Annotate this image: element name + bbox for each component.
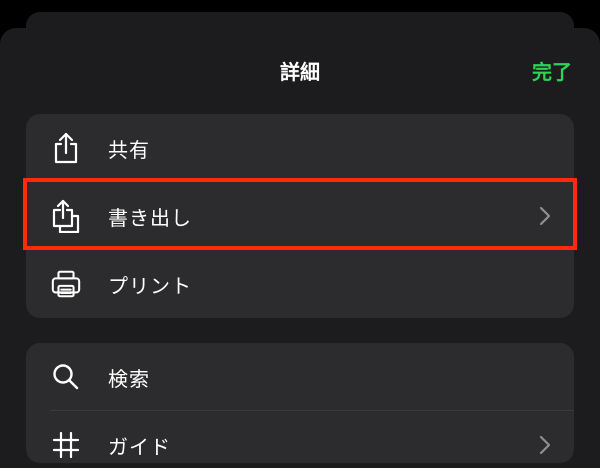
done-button[interactable]: 完了 (532, 56, 572, 85)
menu-item-label: ガイド (108, 434, 171, 459)
menu-group-tools: 検索 ガイド (26, 343, 574, 463)
menu-item-label: 書き出し (108, 205, 192, 230)
sheet-title: 詳細 (280, 60, 320, 84)
export-icon (50, 199, 82, 233)
chevron-right-icon (539, 206, 551, 226)
menu-item-label: 共有 (108, 137, 150, 162)
share-icon (50, 132, 82, 164)
printer-icon (50, 268, 82, 300)
menu-item-search[interactable]: 検索 (26, 343, 574, 411)
search-icon (50, 361, 82, 393)
menu-item-export[interactable]: 書き出し (26, 182, 574, 250)
menu-item-label: 検索 (108, 366, 150, 391)
menu-group-actions: 共有 書き出し プリント (26, 114, 574, 318)
menu-item-label: プリント (108, 273, 192, 298)
menu-item-guide[interactable]: ガイド (26, 411, 574, 463)
grid-guide-icon (50, 429, 82, 461)
menu-item-share[interactable]: 共有 (26, 114, 574, 182)
chevron-right-icon (539, 435, 551, 455)
menu-item-print[interactable]: プリント (26, 250, 574, 318)
